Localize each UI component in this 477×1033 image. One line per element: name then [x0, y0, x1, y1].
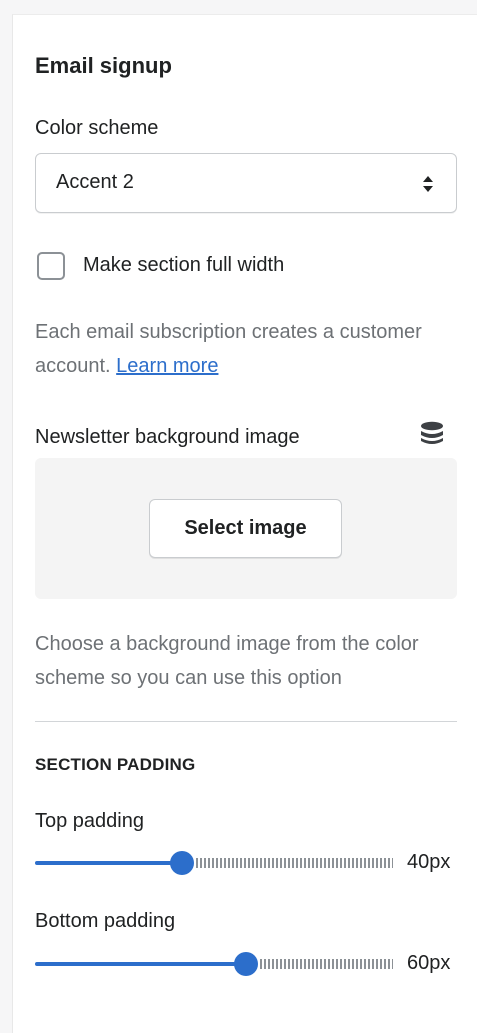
settings-panel: Email signup Color scheme Accent 2 Make … — [12, 14, 477, 1033]
bottom-padding-fill — [35, 962, 246, 966]
top-padding-value: 40px — [407, 851, 451, 873]
top-padding-label: Top padding — [35, 810, 144, 832]
select-arrows-icon — [423, 176, 433, 192]
full-width-label: Make section full width — [83, 254, 285, 276]
top-padding-track[interactable] — [35, 851, 393, 875]
top-padding-fill — [35, 861, 182, 865]
newsletter-image-label: Newsletter background image — [35, 426, 300, 448]
section-title: Email signup — [35, 53, 172, 78]
bottom-padding-ticks — [260, 959, 393, 969]
learn-more-link[interactable]: Learn more — [116, 355, 218, 377]
select-image-button[interactable]: Select image — [149, 499, 342, 558]
full-width-option[interactable]: Make section full width — [35, 251, 435, 281]
subscription-help-body: Each email subscription creates a custom… — [35, 321, 422, 377]
image-picker-area: Select image — [35, 458, 457, 599]
full-width-checkbox[interactable] — [37, 252, 65, 280]
bottom-padding-track[interactable] — [35, 952, 393, 976]
subscription-help-text: Each email subscription creates a custom… — [35, 315, 465, 383]
color-scheme-label: Color scheme — [35, 117, 159, 139]
section-divider — [35, 721, 457, 722]
bottom-padding-value: 60px — [407, 952, 451, 974]
section-padding-heading: SECTION PADDING — [35, 755, 196, 774]
color-scheme-value: Accent 2 — [56, 171, 134, 193]
database-icon[interactable] — [418, 420, 446, 448]
bottom-padding-label: Bottom padding — [35, 910, 176, 932]
bottom-padding-slider[interactable]: 60px — [35, 949, 465, 979]
background-image-help: Choose a background image from the color… — [35, 633, 419, 689]
top-padding-slider[interactable]: 40px — [35, 848, 465, 878]
bottom-padding-thumb[interactable] — [234, 952, 258, 976]
top-padding-ticks — [196, 858, 393, 868]
color-scheme-select[interactable]: Accent 2 — [35, 153, 457, 213]
top-padding-thumb[interactable] — [170, 851, 194, 875]
